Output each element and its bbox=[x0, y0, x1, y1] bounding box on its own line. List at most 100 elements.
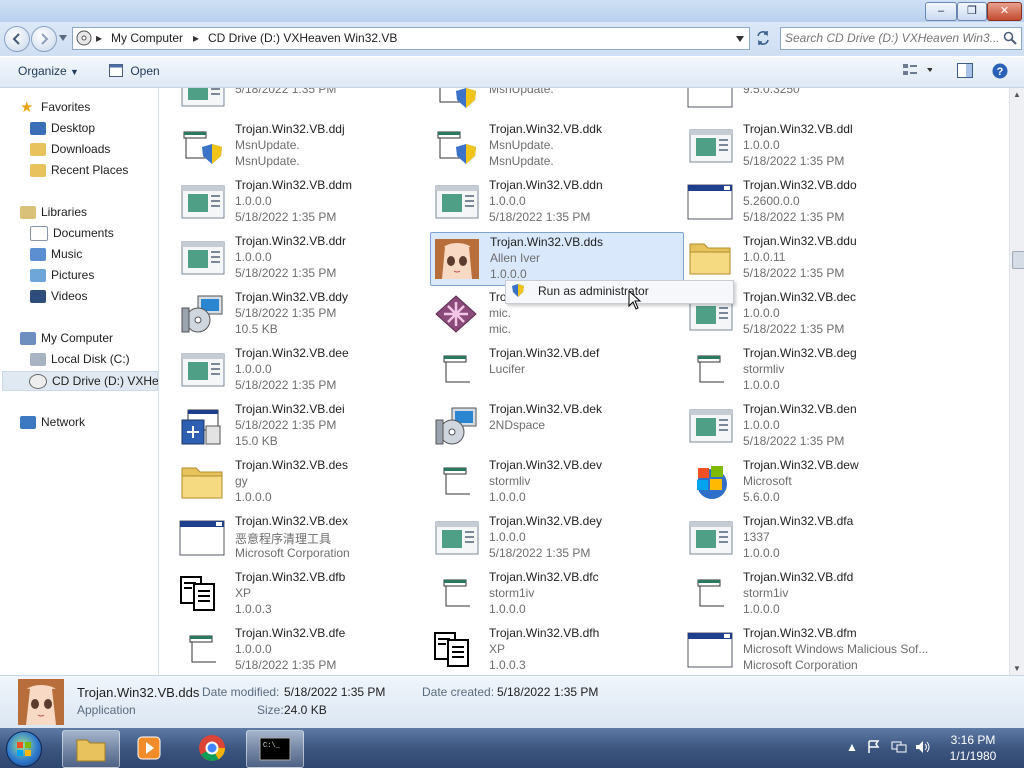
scroll-down-icon[interactable]: ▼ bbox=[1013, 664, 1021, 673]
search-input[interactable] bbox=[781, 28, 1003, 47]
file-tile[interactable]: Trojan.Win32.VB.dei 5/18/2022 1:35 PM 15.0… bbox=[176, 400, 428, 452]
file-tile[interactable]: Trojan.Win32.VB.deg stormliv 1.0.0.0 bbox=[684, 344, 936, 396]
file-tile[interactable]: Trojan.Win32.VB.dfc storm1iv 1.0.0.0 bbox=[430, 568, 682, 620]
nav-downloads[interactable]: Downloads bbox=[30, 140, 110, 158]
breadcrumb-separator-icon[interactable]: ▸ bbox=[96, 31, 102, 45]
file-tile[interactable]: Trojan.Win32.VB.dds Allen Iver 1.0.0.0 bbox=[430, 232, 684, 286]
network-status-icon[interactable] bbox=[891, 740, 907, 754]
address-dropdown-icon[interactable] bbox=[736, 36, 744, 42]
setup-shield-icon bbox=[432, 126, 480, 166]
file-tile[interactable]: Trojan.Win32.VB.ddn 1.0.0.0 5/18/2022 1:35… bbox=[430, 176, 682, 228]
file-tile[interactable]: Trojan.Win32.VB.dew Microsoft 5.6.0.0 bbox=[684, 456, 936, 508]
nav-network[interactable]: Network bbox=[20, 413, 85, 431]
file-detail-line2: 5/18/2022 1:35 PM bbox=[743, 210, 845, 224]
nav-desktop[interactable]: Desktop bbox=[30, 119, 95, 137]
file-detail-line1: 1.0.0.0 bbox=[743, 418, 780, 432]
file-tile[interactable]: Trojan.Win32.VB.dey 1.0.0.0 5/18/2022 1:35… bbox=[430, 512, 682, 564]
forward-arrow-icon bbox=[41, 33, 49, 45]
action-center-flag-icon[interactable] bbox=[867, 740, 881, 754]
scrollbar-thumb[interactable] bbox=[1012, 251, 1024, 269]
context-menu[interactable]: Run as administrator bbox=[505, 280, 734, 304]
forward-button[interactable] bbox=[31, 26, 57, 52]
breadcrumb-separator-icon[interactable]: ▸ bbox=[193, 31, 199, 45]
nav-favorites[interactable]: ★ Favorites bbox=[20, 98, 90, 116]
file-tile[interactable]: Trojan.Win32.VB.dee 1.0.0.0 5/18/2022 1:35… bbox=[176, 344, 428, 396]
recent-pages-chevron-icon[interactable] bbox=[59, 35, 67, 41]
help-button[interactable]: ? bbox=[992, 63, 1008, 82]
nav-recent-places[interactable]: Recent Places bbox=[30, 161, 128, 179]
file-tile[interactable]: Trojan.Win32.VB.dfa 1337 1.0.0.0 bbox=[684, 512, 936, 564]
file-detail-line1: 1.0.0.0 bbox=[235, 642, 272, 656]
details-file-type: Application bbox=[77, 703, 136, 717]
file-tile[interactable]: Trojan.Win32.VB.dex 恶意程序清理工具 Microsoft Cor… bbox=[176, 512, 428, 564]
nav-local-disk[interactable]: Local Disk (C:) bbox=[30, 350, 130, 368]
file-tile[interactable]: Trojan.Win32.VB.ddj MsnUpdate. MsnUpdate. bbox=[176, 120, 428, 172]
nav-music[interactable]: Music bbox=[30, 245, 82, 263]
start-button[interactable] bbox=[6, 731, 42, 767]
file-tile[interactable]: Trojan.Win32.VB.dev stormliv 1.0.0.0 bbox=[430, 456, 682, 508]
file-tile[interactable]: Trojan.Win32.VB.ddm 1.0.0.0 5/18/2022 1:35… bbox=[176, 176, 428, 228]
file-tile[interactable]: Trojan.Win32.VB.def Lucifer bbox=[430, 344, 682, 396]
vertical-scrollbar[interactable]: ▲ ▼ bbox=[1009, 88, 1024, 675]
file-tile[interactable]: Trojan.Win32.VB.ddk MsnUpdate. MsnUpdate. bbox=[430, 120, 682, 172]
preview-pane-icon bbox=[957, 63, 973, 78]
file-detail-line2: 1.0.0.0 bbox=[743, 602, 780, 616]
file-tile[interactable]: Trojan.Win32.VB.dek 2NDspace bbox=[430, 400, 682, 452]
search-box[interactable] bbox=[780, 27, 1022, 50]
address-bar[interactable]: ▸ My Computer ▸ CD Drive (D:) VXHeaven W… bbox=[72, 27, 750, 50]
taskbar-media-player[interactable] bbox=[122, 730, 178, 766]
organize-label: Organize bbox=[18, 64, 67, 78]
close-button[interactable]: ✕ bbox=[987, 2, 1022, 21]
file-tile[interactable]: Trojan.Win32.VB.ddl 1.0.0.0 5/18/2022 1:35… bbox=[684, 120, 936, 172]
nav-videos[interactable]: Videos bbox=[30, 287, 87, 305]
scroll-up-icon[interactable]: ▲ bbox=[1013, 90, 1021, 99]
minimize-button[interactable]: – bbox=[925, 2, 957, 21]
taskbar-explorer[interactable] bbox=[62, 730, 120, 768]
maximize-button[interactable]: ❐ bbox=[957, 2, 987, 21]
file-detail-line1: 1.0.0.0 bbox=[489, 194, 526, 208]
breadcrumb-my-computer[interactable]: My Computer bbox=[111, 31, 183, 45]
show-hidden-icons[interactable]: ▲ bbox=[846, 740, 858, 754]
change-view-button[interactable] bbox=[902, 63, 933, 80]
file-name: Trojan.Win32.VB.ddr bbox=[235, 234, 346, 248]
system-clock[interactable]: 3:16 PM 1/1/1980 bbox=[938, 732, 1008, 764]
views-icon bbox=[903, 64, 933, 75]
file-tile[interactable]: Trojan.Win32.VB.dfb XP 1.0.0.3 bbox=[176, 568, 428, 620]
file-tile[interactable]: Trojan.Win32.VB.dfm Microsoft Windows Mal… bbox=[684, 624, 936, 675]
chevron-down-icon: ▼ bbox=[70, 67, 79, 77]
preview-pane-button[interactable] bbox=[957, 63, 973, 81]
file-tile[interactable]: Trojan.Win32.VB.den 1.0.0.0 5/18/2022 1:35… bbox=[684, 400, 936, 452]
file-detail-line2: 1.0.0.0 bbox=[743, 378, 780, 392]
breadcrumb-cd-drive[interactable]: CD Drive (D:) VXHeaven Win32.VB bbox=[208, 31, 397, 45]
nav-my-computer[interactable]: My Computer bbox=[20, 329, 113, 347]
file-tile[interactable]: Trojan.Win32.VB.ddr 1.0.0.0 5/18/2022 1:35… bbox=[176, 232, 428, 284]
details-file-name: Trojan.Win32.VB.dds bbox=[77, 685, 200, 700]
file-tile[interactable]: Trojan.Win32.VB.dfe 1.0.0.0 5/18/2022 1:35… bbox=[176, 624, 428, 675]
back-button[interactable] bbox=[4, 26, 30, 52]
exe-blank-icon bbox=[178, 518, 226, 558]
file-tile[interactable]: Trojan.Win32.VB.ddu 1.0.0.11 5/18/2022 1:3… bbox=[684, 232, 936, 284]
nav-documents[interactable]: Documents bbox=[30, 224, 114, 242]
nav-downloads-label: Downloads bbox=[51, 142, 111, 156]
nav-cd-drive[interactable]: CD Drive (D:) VXHea bbox=[2, 371, 158, 391]
file-tile[interactable]: 9.5.0.3250 bbox=[684, 88, 936, 116]
open-button[interactable]: Open bbox=[109, 64, 160, 78]
exe-window-icon bbox=[178, 238, 226, 278]
nav-libraries[interactable]: Libraries bbox=[20, 203, 87, 221]
file-tile[interactable]: Trojan.Win32.VB.dfd storm1iv 1.0.0.0 bbox=[684, 568, 936, 620]
file-tile[interactable]: Trojan.Win32.VB.des gy 1.0.0.0 bbox=[176, 456, 428, 508]
search-icon[interactable] bbox=[1003, 31, 1017, 45]
volume-icon[interactable] bbox=[915, 740, 931, 754]
taskbar-command-prompt[interactable]: C:\_ bbox=[246, 730, 304, 768]
navigation-pane: ★ Favorites Desktop Downloads Recent Plac… bbox=[0, 88, 159, 675]
file-tile[interactable]: Trojan.Win32.VB.ddy 5/18/2022 1:35 PM 10.5… bbox=[176, 288, 428, 340]
refresh-button[interactable] bbox=[752, 27, 774, 49]
taskbar-chrome[interactable] bbox=[184, 730, 240, 766]
file-detail-line1: 1.0.0.0 bbox=[235, 194, 272, 208]
file-tile[interactable]: Trojan.Win32.VB.ddo 5.2600.0.0 5/18/2022 1… bbox=[684, 176, 936, 228]
organize-button[interactable]: Organize ▼ bbox=[18, 64, 79, 78]
file-tile[interactable]: Trojan.Win32.VB.dfh XP 1.0.0.3 bbox=[430, 624, 682, 675]
nav-pictures[interactable]: Pictures bbox=[30, 266, 94, 284]
file-tile[interactable]: 5/18/2022 1:35 PM bbox=[176, 88, 428, 116]
file-tile[interactable]: MsnUpdate. bbox=[430, 88, 682, 116]
